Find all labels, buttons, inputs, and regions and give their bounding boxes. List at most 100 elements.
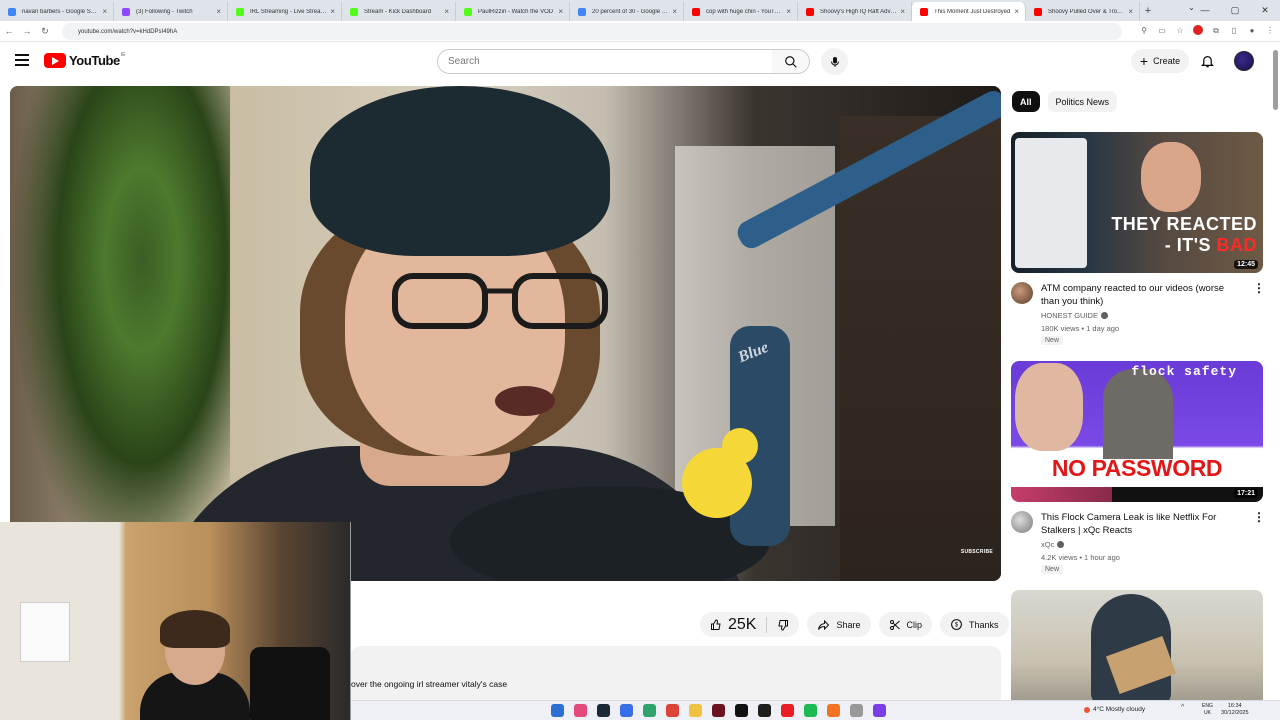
tab-favicon-icon [8,8,16,16]
video-stats: 4.2K views • 1 hour ago [1041,553,1120,562]
tab-close-icon[interactable]: × [1014,7,1019,16]
maximize-icon[interactable]: ▢ [1220,0,1250,21]
browser-tab[interactable]: PaulRizzin - Watch the VOD × [456,2,570,21]
recommended-thumbnail[interactable]: flock safety NO PASSWORD REQUIRED 17:21 [1011,361,1263,502]
cast-icon[interactable]: ▭ [1156,25,1168,37]
close-window-icon[interactable]: ✕ [1250,0,1280,21]
bell-icon [1200,56,1215,68]
tab-close-icon[interactable]: × [330,7,335,16]
page-scrollbar[interactable] [1273,50,1278,110]
extension-icon[interactable] [1192,25,1204,37]
language-indicator[interactable]: ENG UK [1202,703,1213,717]
taskbar-app-icon[interactable] [850,704,863,717]
channel-name-row[interactable]: HONEST GUIDE [1041,311,1108,320]
video-title[interactable]: This Flock Camera Leak is like Netflix F… [1041,511,1241,537]
tab-close-icon[interactable]: × [558,7,563,16]
browser-tab[interactable]: (3) Following - Twitch × [114,2,228,21]
channel-avatar[interactable] [1011,511,1033,533]
sidepanel-icon[interactable]: ▯ [1228,25,1240,37]
taskbar-app-icon[interactable] [827,704,840,717]
tray-chevron-icon[interactable]: ^ [1181,704,1184,711]
recommended-thumbnail[interactable]: THEY REACTED - IT'S BAD 12:45 [1011,132,1263,273]
voice-search-button[interactable] [821,48,848,75]
create-button[interactable]: + Create [1131,49,1189,73]
tab-close-icon[interactable]: × [900,7,905,16]
chip-politics-news[interactable]: Politics News [1047,91,1118,112]
taskbar-app-icon[interactable] [551,704,564,717]
verified-icon [1100,312,1108,319]
browser-tab[interactable]: Shoovy's High IQ Raft Adventure× [798,2,912,21]
like-button[interactable]: 25K [700,615,768,633]
thumb-caption-line2a: - IT'S [1164,234,1217,255]
taskbar-app-icon[interactable] [873,704,886,717]
description-text: over the ongoing irl streamer vitaly's c… [351,679,508,689]
tab-close-icon[interactable]: × [444,7,449,16]
taskbar-app-icon[interactable] [620,704,633,717]
tab-close-icon[interactable]: × [672,7,677,16]
channel-name-row[interactable]: xQc [1041,540,1065,549]
browser-tab[interactable]: 20 percent of 30 - Google Search× [570,2,684,21]
taskbar-app-icon[interactable] [597,704,610,717]
taskbar-app-icon[interactable] [643,704,656,717]
search-input[interactable]: Search [437,49,773,74]
youtube-logo[interactable]: YouTube IE [44,52,126,68]
taskbar-app-icon[interactable] [689,704,702,717]
taskbar-app-icon[interactable] [804,704,817,717]
tab-close-icon[interactable]: × [1128,7,1133,16]
video-options-icon[interactable]: ⋮ [1253,282,1265,294]
taskbar-app-icon[interactable] [735,704,748,717]
thanks-button[interactable]: $ Thanks [940,612,1009,637]
microphone-icon [830,56,839,67]
webcam-chair [250,647,330,720]
minimize-icon[interactable]: — [1190,0,1220,21]
taskbar-app-icon[interactable] [666,704,679,717]
subscribe-watermark[interactable]: SUBSCRIBE [961,549,993,555]
browser-tab[interactable]: navan barbers - Google Search × [0,2,114,21]
browser-menu-icon[interactable]: ⋮ [1264,25,1276,37]
browser-tab[interactable]: Stream - Kick Dashboard × [342,2,456,21]
extensions-puzzle-icon[interactable]: ⧉ [1210,25,1222,37]
reload-icon[interactable]: ↻ [36,26,54,37]
browser-tab[interactable]: Shoovy Pulled Over & Troopers × [1026,2,1140,21]
back-icon[interactable]: ← [0,26,18,36]
taskbar-app-icon[interactable] [574,704,587,717]
taskbar-clock[interactable]: 16:34 30/12/2025 [1221,703,1249,717]
windows-taskbar: 4°C Mostly cloudy ^ ENG UK 16:34 30/12/2… [351,700,1280,720]
new-tab-button[interactable]: + [1140,2,1156,21]
system-tray: ^ [1181,704,1184,711]
taskbar-app-icon[interactable] [758,704,771,717]
thumb-caption: NO PASSWORD REQUIRED [1051,455,1223,502]
language-code: ENG [1202,703,1213,709]
account-avatar[interactable] [1234,51,1254,71]
forward-icon[interactable]: → [18,26,36,36]
video-player[interactable]: Blue SUBSCRIBE [10,86,1001,581]
video-stats: 180K views • 1 day ago [1041,324,1120,333]
thumb-face [1015,363,1083,451]
tab-close-icon[interactable]: × [102,7,107,16]
menu-icon[interactable] [15,54,29,66]
address-bar[interactable]: youtube.com/watch?v=kHdDPsI49hA [62,23,1122,40]
taskbar-app-icon[interactable] [781,704,794,717]
weather-widget[interactable]: 4°C Mostly cloudy [1084,706,1145,713]
browser-tab[interactable]: cop with huge chin - YouTube × [684,2,798,21]
bookmark-star-icon[interactable]: ☆ [1174,25,1186,37]
clip-button[interactable]: Clip [878,612,933,637]
profile-icon[interactable]: ● [1246,25,1258,37]
search-button[interactable] [772,49,810,74]
thumb-progress-strip [1011,487,1263,502]
dislike-button[interactable] [767,619,799,631]
video-title[interactable]: ATM company reacted to our videos (worse… [1041,282,1241,308]
chip-all[interactable]: All [1012,91,1040,112]
taskbar-app-icon[interactable] [712,704,725,717]
browser-tab[interactable]: IRL Streaming - Live Streams × [228,2,342,21]
tab-close-icon[interactable]: × [216,7,221,16]
video-options-icon[interactable]: ⋮ [1253,511,1265,523]
channel-avatar[interactable] [1011,282,1033,304]
tab-close-icon[interactable]: × [786,7,791,16]
browser-tab[interactable]: This Moment Just Destroyed × [912,2,1026,21]
notifications-button[interactable] [1200,53,1215,74]
share-button[interactable]: Share [807,612,871,637]
description-box[interactable] [351,646,1001,700]
like-count: 25K [728,615,757,633]
zoom-icon[interactable]: ⚲ [1138,25,1150,37]
